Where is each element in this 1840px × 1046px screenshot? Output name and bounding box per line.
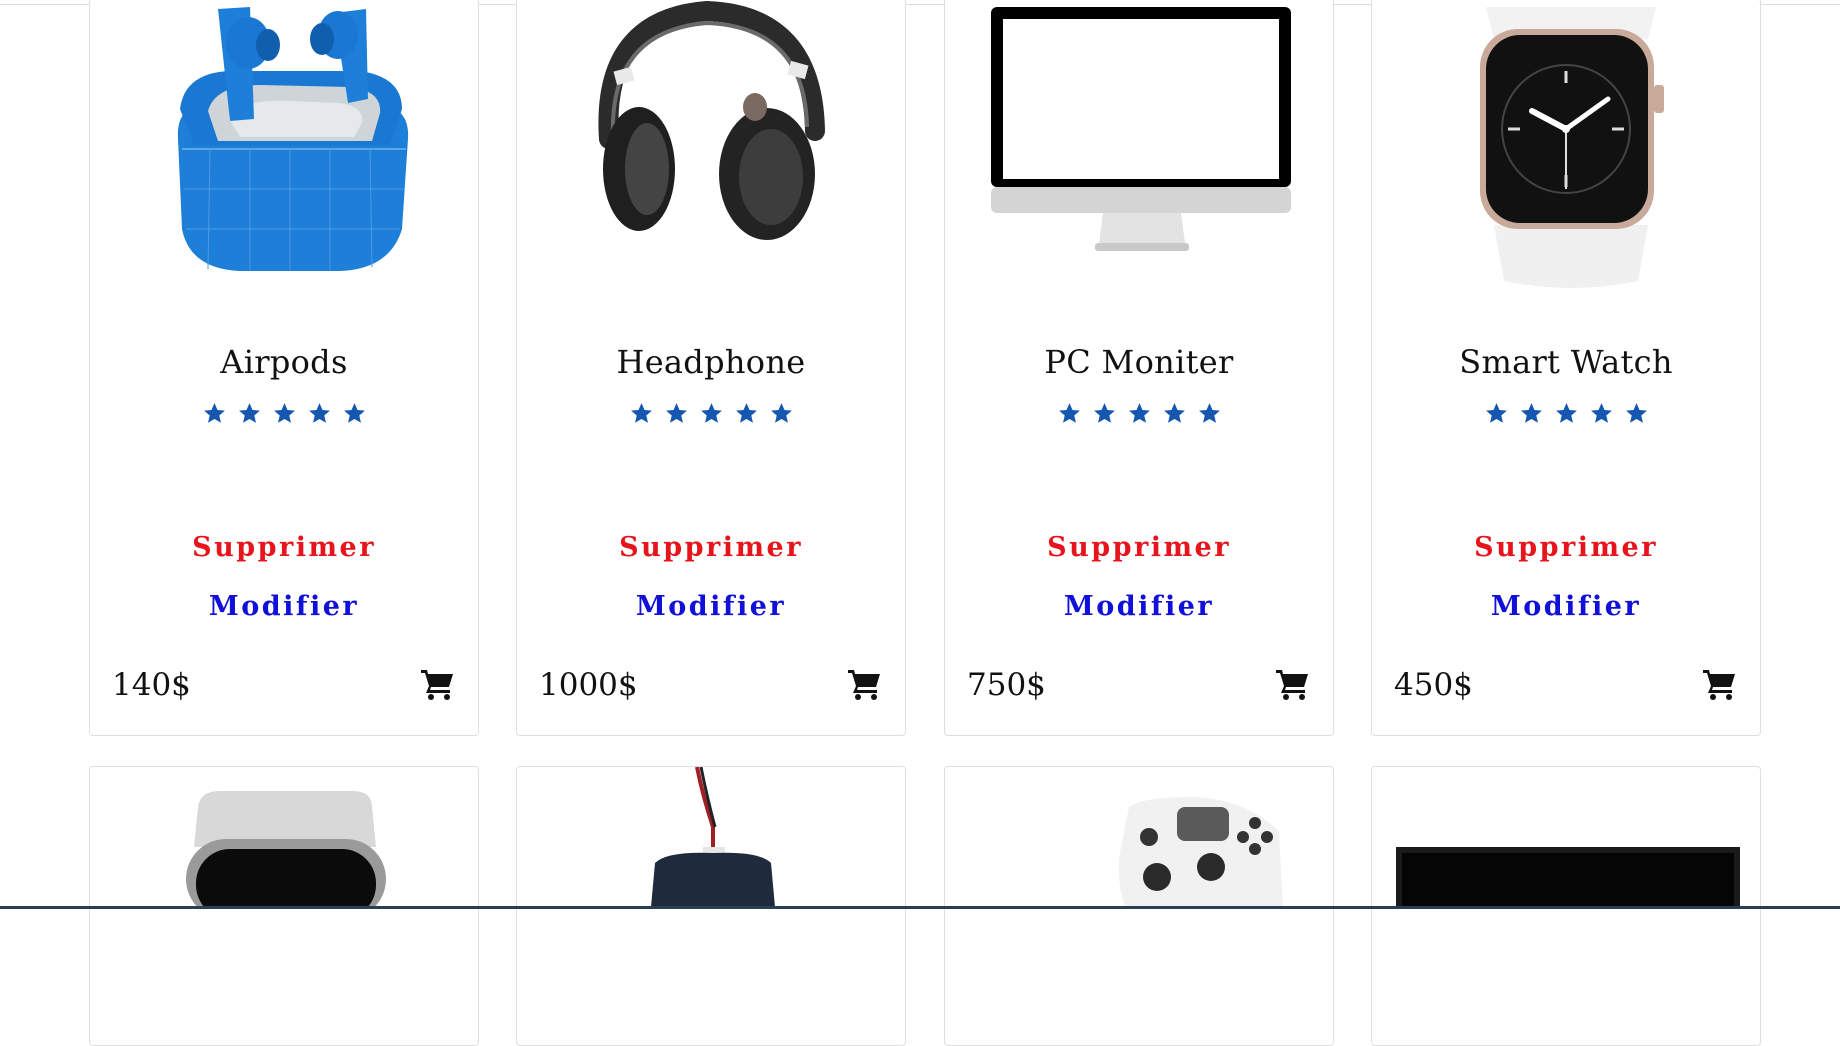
product-price: 750$ bbox=[967, 667, 1046, 703]
star-icon bbox=[1554, 401, 1579, 426]
product-card-headphone: Headphone Supprimer Modifier 1000$ bbox=[516, 0, 906, 736]
star-icon bbox=[1162, 401, 1187, 426]
delete-button[interactable]: Supprimer bbox=[1372, 531, 1760, 564]
headphone-image bbox=[517, 0, 905, 299]
product-title: Headphone bbox=[616, 343, 806, 381]
product-card-airpods: Airpods Supprimer Modifier 140$ bbox=[89, 0, 479, 736]
star-icon bbox=[1589, 401, 1614, 426]
star-icon bbox=[629, 401, 654, 426]
star-icon bbox=[307, 401, 332, 426]
star-icon bbox=[272, 401, 297, 426]
edit-button[interactable]: Modifier bbox=[517, 590, 905, 623]
star-icon bbox=[1057, 401, 1082, 426]
edit-button[interactable]: Modifier bbox=[945, 590, 1333, 623]
rating-stars bbox=[90, 401, 478, 426]
product-card-smart-watch: Smart Watch Supprimer Modifier 450$ bbox=[1371, 0, 1761, 736]
product-title: Smart Watch bbox=[1459, 343, 1673, 381]
star-icon bbox=[769, 401, 794, 426]
smart-watch-image bbox=[1372, 0, 1760, 299]
star-icon bbox=[1092, 401, 1117, 426]
star-icon bbox=[342, 401, 367, 426]
star-icon bbox=[202, 401, 227, 426]
edit-button[interactable]: Modifier bbox=[90, 590, 478, 623]
delete-button[interactable]: Supprimer bbox=[90, 531, 478, 564]
edit-button[interactable]: Modifier bbox=[1372, 590, 1760, 623]
delete-button[interactable]: Supprimer bbox=[517, 531, 905, 564]
monitor-image bbox=[1396, 847, 1740, 907]
product-price: 450$ bbox=[1394, 667, 1473, 703]
cart-icon[interactable] bbox=[420, 667, 456, 701]
rating-stars bbox=[517, 401, 905, 426]
smart-watch-image bbox=[186, 791, 386, 919]
game-controller-image bbox=[1118, 797, 1283, 907]
star-icon bbox=[1127, 401, 1152, 426]
gaming-mouse-image bbox=[651, 767, 775, 907]
star-icon bbox=[1519, 401, 1544, 426]
monitor-image bbox=[945, 0, 1333, 299]
cart-icon[interactable] bbox=[1275, 667, 1311, 701]
star-icon bbox=[699, 401, 724, 426]
product-card-pc-moniter: PC Moniter Supprimer Modifier 750$ bbox=[944, 0, 1334, 736]
star-icon bbox=[237, 401, 262, 426]
product-title: Airpods bbox=[220, 343, 348, 381]
rating-stars bbox=[1372, 401, 1760, 426]
delete-button[interactable]: Supprimer bbox=[945, 531, 1333, 564]
product-price: 1000$ bbox=[539, 667, 638, 703]
star-icon bbox=[734, 401, 759, 426]
product-price: 140$ bbox=[112, 667, 191, 703]
product-title: PC Moniter bbox=[1044, 343, 1234, 381]
star-icon bbox=[664, 401, 689, 426]
star-icon bbox=[1624, 401, 1649, 426]
rating-stars bbox=[945, 401, 1333, 426]
star-icon bbox=[1197, 401, 1222, 426]
star-icon bbox=[1484, 401, 1509, 426]
airpods-image bbox=[90, 0, 478, 299]
cart-icon[interactable] bbox=[847, 667, 883, 701]
cart-icon[interactable] bbox=[1702, 667, 1738, 701]
